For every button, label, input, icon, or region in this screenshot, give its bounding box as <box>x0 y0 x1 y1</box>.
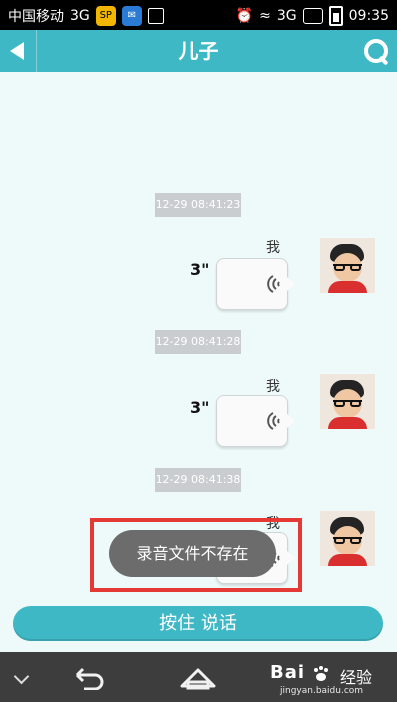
sender-name: 我 <box>266 240 280 256</box>
voice-message-bubble[interactable] <box>216 258 295 310</box>
voice-duration: 3" <box>190 398 210 417</box>
watermark-url: jingyan.baidu.com <box>280 686 364 696</box>
avatar-shirt <box>328 554 367 566</box>
message-timestamp: 12-29 08:41:28 <box>155 330 241 354</box>
status-time: 09:35 <box>348 8 389 24</box>
alarm-icon: ⏰ <box>235 8 254 24</box>
sender-name: 我 <box>266 379 280 395</box>
baidu-watermark: Bai 经验 jingyan.baidu.com <box>270 662 390 696</box>
home-icon[interactable] <box>178 666 218 690</box>
chevron-down-icon[interactable] <box>13 668 30 685</box>
battery-icon <box>328 6 343 26</box>
voice-message-bubble[interactable] <box>216 395 295 447</box>
status-bar: 中国移动 3G SP ✉ ⏰ ≈ 3G 09:35 <box>0 0 397 30</box>
signal-icon <box>302 8 323 24</box>
voice-wave-icon <box>267 275 280 293</box>
signal-type: 3G <box>276 8 297 24</box>
navigation-bar: Bai 经验 jingyan.baidu.com <box>0 652 397 702</box>
voice-wave-icon <box>267 412 280 430</box>
page-title: 儿子 <box>178 39 219 63</box>
message-timestamp: 12-29 08:41:38 <box>155 468 241 492</box>
back-arrow-icon[interactable] <box>70 666 106 690</box>
watermark-brand: Bai <box>270 662 306 683</box>
avatar-shirt <box>328 281 367 293</box>
avatar[interactable] <box>320 238 375 293</box>
status-left: 中国移动 3G SP ✉ <box>8 6 164 26</box>
avatar[interactable] <box>320 511 375 566</box>
avatar-glasses <box>333 400 362 409</box>
network-type: 3G <box>70 8 90 24</box>
status-right: ⏰ ≈ 3G 09:35 <box>236 6 389 26</box>
app-notification-icon: SP <box>95 6 116 26</box>
watermark-service: 经验 <box>340 668 373 687</box>
avatar[interactable] <box>320 374 375 429</box>
wifi-icon: ≈ <box>259 8 271 24</box>
search-icon[interactable] <box>363 38 389 66</box>
hold-to-talk-button[interactable]: 按住 说话 <box>13 606 383 641</box>
message-notification-icon: ✉ <box>121 6 142 26</box>
voice-duration: 3" <box>190 260 210 279</box>
carrier-name: 中国移动 <box>8 9 64 25</box>
avatar-glasses <box>333 264 362 273</box>
message-timestamp: 12-29 08:41:23 <box>155 193 241 217</box>
storage-icon <box>147 8 164 24</box>
title-bar: 儿子 <box>0 30 397 72</box>
highlight-box <box>90 518 302 592</box>
avatar-glasses <box>333 537 362 546</box>
paw-icon <box>314 666 328 681</box>
avatar-shirt <box>328 417 367 429</box>
